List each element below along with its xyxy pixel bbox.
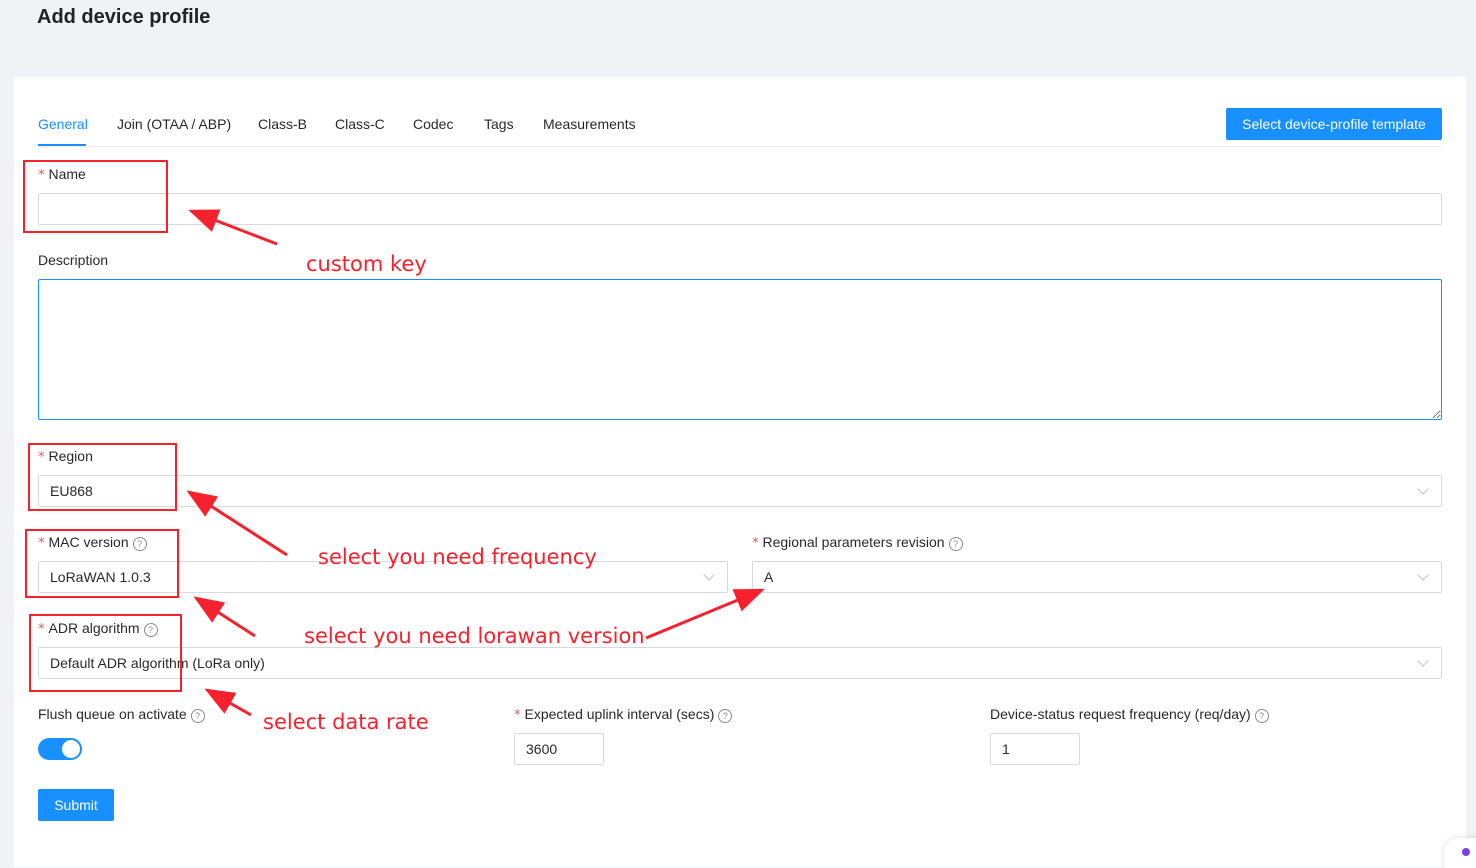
help-icon[interactable]: ? <box>948 537 963 551</box>
regional-params-value: A <box>764 569 774 585</box>
flush-queue-toggle[interactable] <box>38 738 82 760</box>
help-icon[interactable]: ? <box>190 709 205 723</box>
chat-icon <box>1462 848 1470 856</box>
submit-button[interactable]: Submit <box>38 789 114 821</box>
adr-select[interactable]: Default ADR algorithm (LoRa only) <box>38 647 1442 679</box>
tab-measurements[interactable]: Measurements <box>543 116 636 132</box>
name-input[interactable] <box>38 193 1442 225</box>
tab-class-c[interactable]: Class-C <box>335 116 385 132</box>
tab-join[interactable]: Join (OTAA / ABP) <box>117 116 231 132</box>
help-icon[interactable]: ? <box>1254 709 1269 723</box>
select-template-button[interactable]: Select device-profile template <box>1226 108 1442 140</box>
annotation-box-name <box>23 160 168 233</box>
regional-params-select[interactable]: A <box>752 561 1442 593</box>
regional-params-label: * Regional parameters revision? <box>752 534 963 551</box>
annotation-box-adr <box>29 614 182 692</box>
tab-codec[interactable]: Codec <box>413 116 453 132</box>
required-mark: * <box>514 708 521 723</box>
chevron-down-icon <box>1417 483 1429 495</box>
tab-class-b[interactable]: Class-B <box>258 116 307 132</box>
annotation-box-mac-version <box>25 529 179 598</box>
form-card: General Join (OTAA / ABP) Class-B Class-… <box>14 77 1466 867</box>
description-textarea[interactable] <box>38 279 1442 420</box>
annotation-custom-key: custom key <box>306 252 427 276</box>
description-label: Description <box>38 252 109 268</box>
help-icon[interactable]: ? <box>718 709 733 723</box>
annotation-box-region <box>28 443 177 511</box>
status-frequency-label: Device-status request frequency (req/day… <box>990 706 1269 723</box>
flush-queue-label: Flush queue on activate? <box>38 706 205 723</box>
uplink-interval-label: * Expected uplink interval (secs)? <box>514 706 733 723</box>
toggle-knob <box>62 740 80 758</box>
active-tab-indicator <box>38 144 86 146</box>
tab-tags[interactable]: Tags <box>484 116 514 132</box>
page-title: Add device profile <box>37 6 211 28</box>
annotation-lorawan-version: select you need lorawan version <box>304 624 645 648</box>
uplink-interval-input[interactable] <box>514 733 604 765</box>
chevron-down-icon <box>1417 569 1429 581</box>
status-frequency-input[interactable] <box>990 733 1080 765</box>
annotation-data-rate: select data rate <box>263 710 429 734</box>
tab-general[interactable]: General <box>38 116 88 132</box>
region-select[interactable]: EU868 <box>38 475 1442 507</box>
annotation-frequency: select you need frequency <box>318 545 597 569</box>
chat-widget-button[interactable] <box>1444 838 1476 868</box>
required-mark: * <box>752 536 759 551</box>
chevron-down-icon <box>703 569 715 581</box>
chevron-down-icon <box>1417 655 1429 667</box>
